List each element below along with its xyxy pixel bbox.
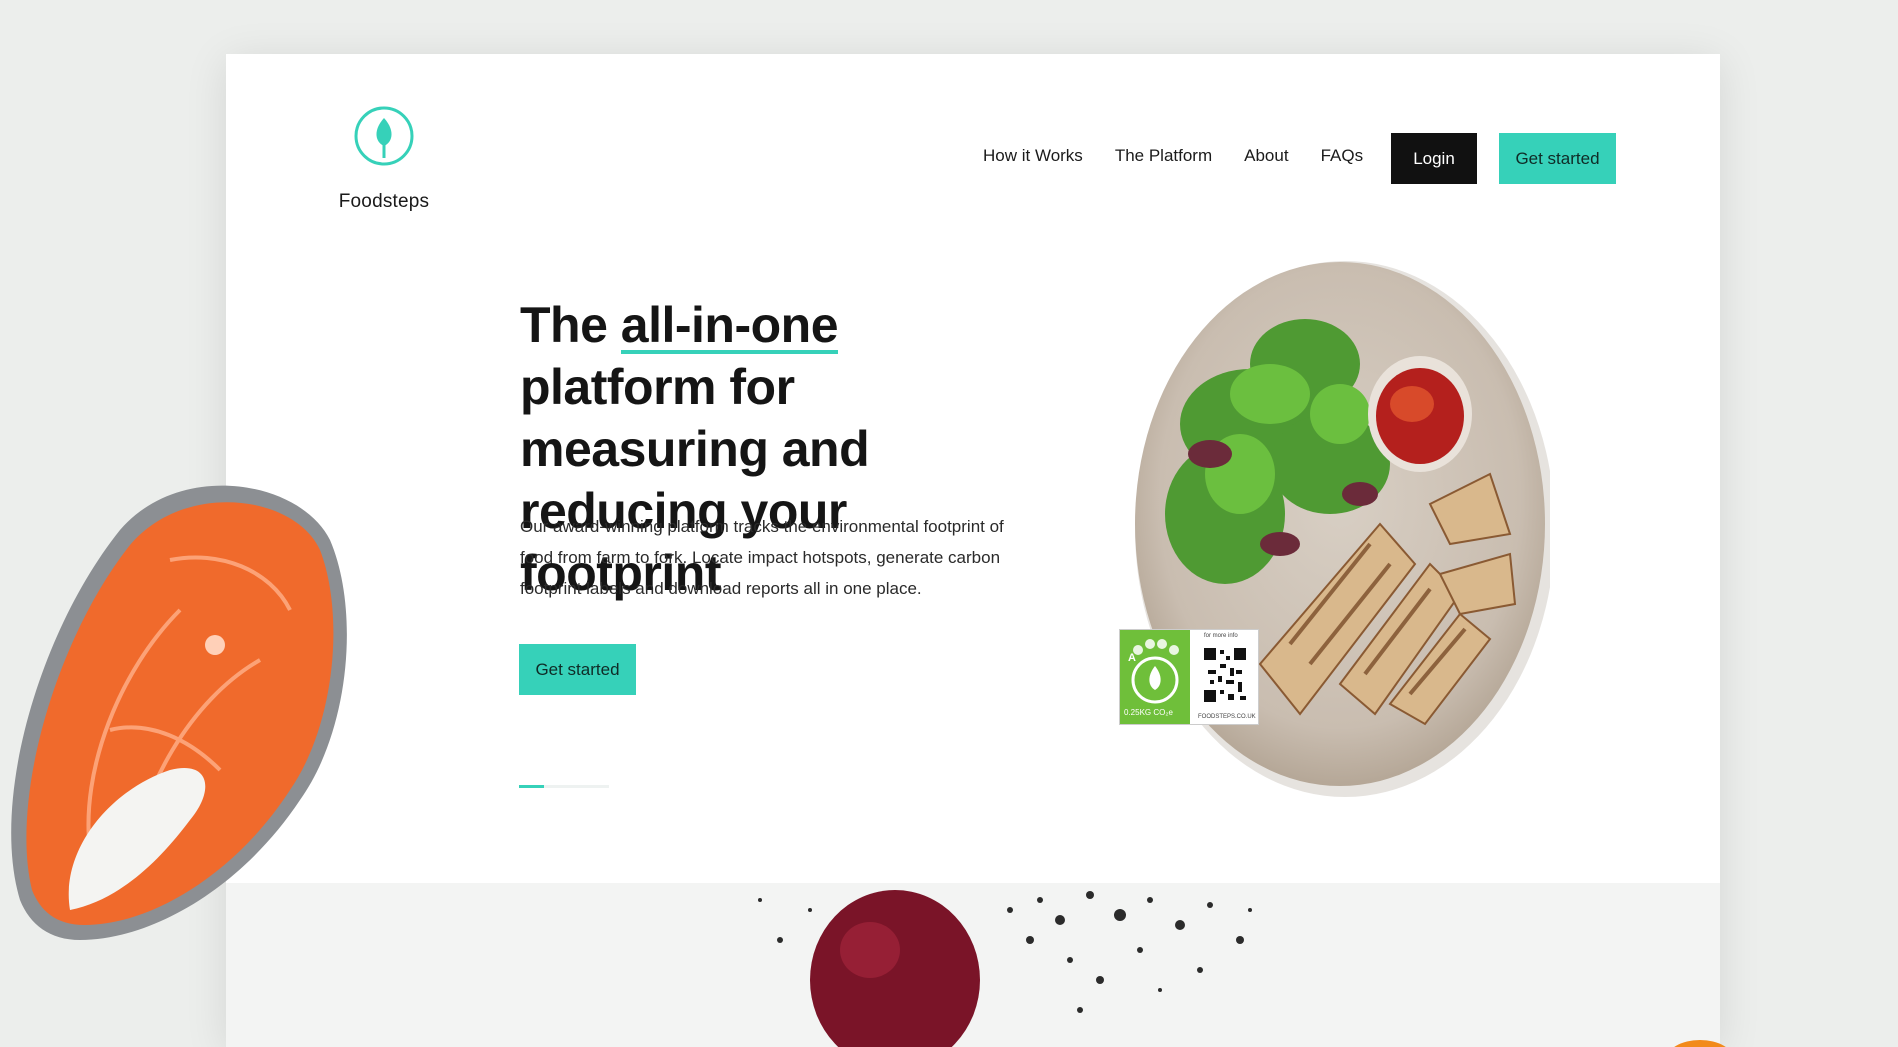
hero-slider-indicator[interactable]	[519, 785, 609, 788]
orange-fruit-image	[1674, 1040, 1726, 1047]
stage: Foodsteps How it Works The Platform Abou…	[0, 0, 1898, 1047]
salmon-steak-image	[11, 485, 347, 940]
qr-caption-bottom: FOODSTEPS.CO.UK	[1198, 714, 1256, 720]
hero-slider-progress	[519, 785, 545, 788]
qr-code-icon	[1202, 644, 1248, 706]
beetroot-image	[810, 890, 980, 1047]
hero-title-highlight: all-in-one	[620, 294, 839, 356]
brand-logo[interactable]: Foodsteps	[329, 100, 439, 213]
leaf-in-circle-icon	[354, 106, 414, 166]
carbon-grade-panel: A 0.25KG CO₂e	[1120, 630, 1190, 724]
nav-faqs[interactable]: FAQs	[1321, 146, 1364, 166]
carbon-value: 0.25KG CO₂e	[1124, 708, 1173, 717]
get-started-nav-button[interactable]: Get started	[1499, 133, 1616, 184]
nav-about[interactable]: About	[1244, 146, 1288, 166]
qr-code-panel[interactable]: for more info FOODSTEPS.CO.UK	[1190, 630, 1260, 724]
hero-title-pre: The	[520, 297, 621, 353]
nav-how-it-works[interactable]: How it Works	[983, 146, 1083, 166]
login-button[interactable]: Login	[1391, 133, 1477, 184]
get-started-hero-button[interactable]: Get started	[519, 644, 636, 695]
carbon-footprint-label: A 0.25KG CO₂e for more info FOODSTEPS.CO…	[1119, 629, 1259, 725]
qr-caption-top: for more info	[1204, 633, 1238, 639]
nav-the-platform[interactable]: The Platform	[1115, 146, 1212, 166]
hero-description: Our award-winning platform tracks the en…	[520, 517, 1004, 598]
brand-name: Foodsteps	[338, 191, 430, 212]
carbon-grade: A	[1128, 652, 1136, 664]
top-nav: How it Works The Platform About FAQs	[983, 146, 1363, 166]
